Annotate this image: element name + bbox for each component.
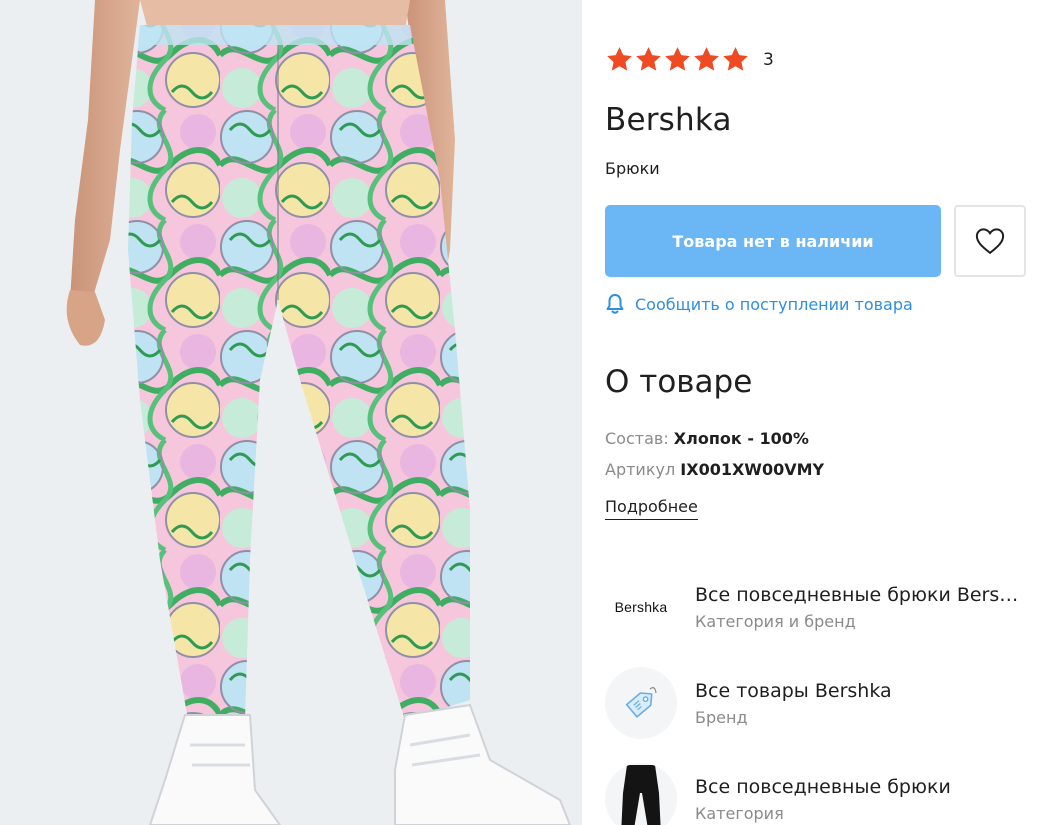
composition-row: Состав: Хлопок - 100% (605, 429, 809, 448)
star-icon (636, 47, 661, 71)
link-subtitle: Категория и бренд (695, 611, 856, 631)
star-icon (694, 47, 719, 71)
composition-label: Состав: (605, 429, 669, 448)
price-tag-icon (625, 687, 657, 718)
link-title: Все повседневные брюки (695, 775, 951, 798)
article-label: Артикул (605, 460, 676, 479)
composition-value: Хлопок - 100% (673, 429, 809, 448)
product-photo-image (0, 0, 582, 825)
more-details-link[interactable]: Подробнее (605, 497, 698, 520)
rating-stars (605, 45, 750, 74)
related-links: Bershka Все повседневные брюки Bershka К… (605, 568, 1039, 825)
bell-icon (606, 294, 624, 314)
link-text: Все повседневные брюки Категория (695, 776, 1025, 823)
link-text: Все повседневные брюки Bershka Категория… (695, 584, 1025, 631)
link-subtitle: Бренд (695, 707, 748, 727)
category-thumb (605, 763, 677, 825)
notify-label: Сообщить о поступлении товара (635, 294, 913, 314)
heart-icon (975, 228, 1005, 255)
black-trousers-image (605, 763, 677, 825)
about-title: О товаре (605, 364, 753, 400)
product-brand[interactable]: Bershka (605, 102, 732, 138)
link-title: Все повседневные брюки Bershka (695, 583, 1025, 606)
brand-thumb (605, 667, 677, 739)
link-category-brand[interactable]: Bershka Все повседневные брюки Bershka К… (605, 568, 1039, 646)
article-value: IX001XW00VMY (680, 460, 825, 479)
article-row: Артикул IX001XW00VMY (605, 460, 824, 479)
product-type: Брюки (605, 159, 660, 178)
link-title: Все товары Bershka (695, 679, 892, 702)
link-text: Все товары Bershka Бренд (695, 680, 1025, 727)
star-icon (723, 47, 748, 71)
brand-logo-thumb: Bershka (605, 571, 677, 643)
notify-availability-link[interactable]: Сообщить о поступлении товара (605, 293, 913, 315)
link-subtitle: Категория (695, 803, 784, 823)
brand-logo-text: Bershka (614, 599, 668, 615)
product-info-panel: 3 Bershka Брюки Товара нет в наличии Соо… (605, 0, 1039, 825)
link-brand[interactable]: Все товары Bershka Бренд (605, 664, 1039, 742)
star-icon (607, 47, 632, 71)
out-of-stock-button[interactable]: Товара нет в наличии (605, 205, 941, 277)
rating-count[interactable]: 3 (763, 50, 774, 70)
favorite-button[interactable] (954, 205, 1026, 277)
product-photo[interactable] (0, 0, 582, 825)
star-icon (665, 47, 690, 71)
rating[interactable]: 3 (605, 45, 774, 74)
link-category[interactable]: Все повседневные брюки Категория (605, 760, 1039, 825)
